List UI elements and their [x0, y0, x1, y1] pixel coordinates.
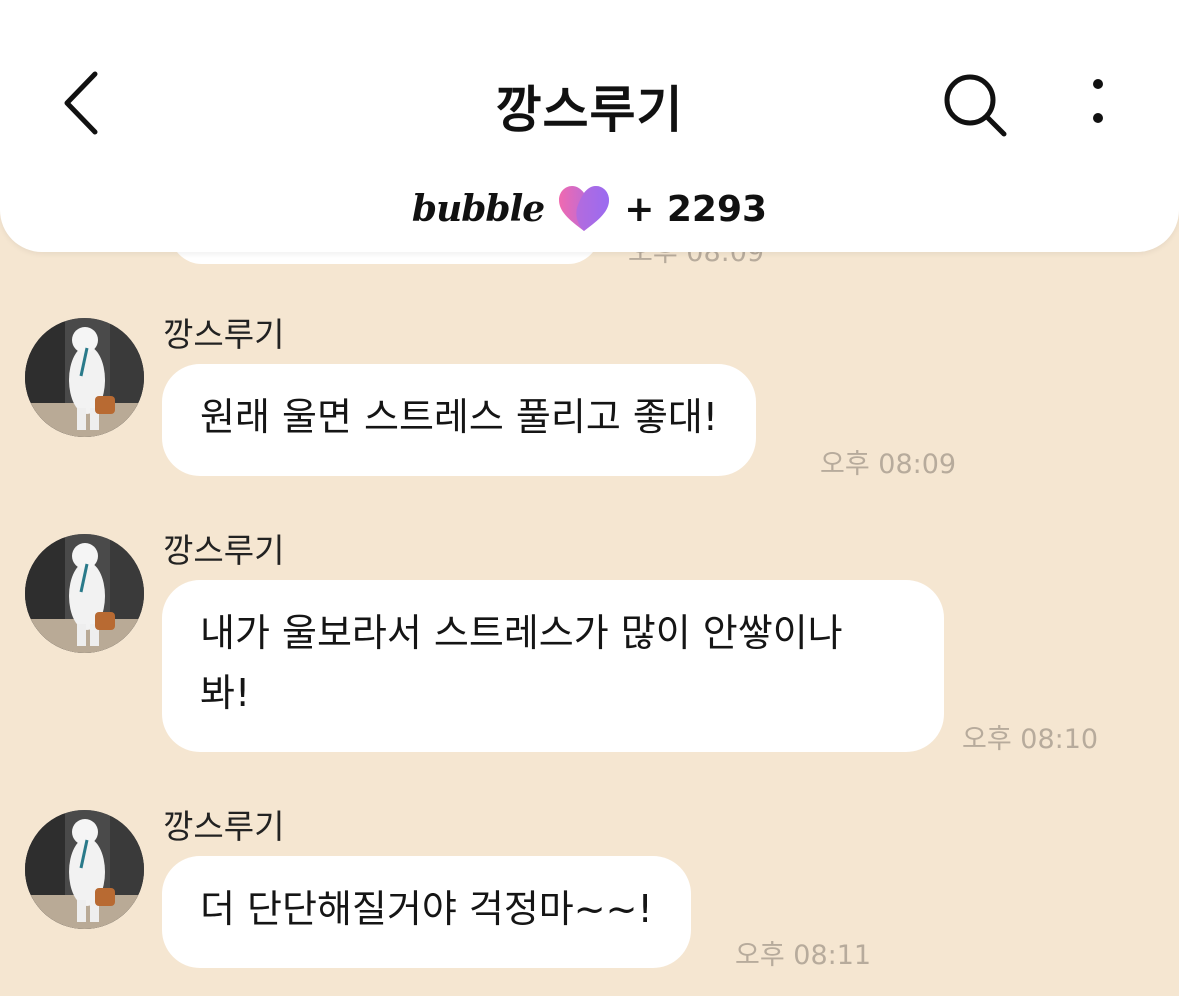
message-text: 원래 울면 스트레스 풀리고 좋대!: [200, 395, 719, 439]
bubble-count: + 2293: [624, 188, 768, 230]
message-text-line: 봐!: [200, 671, 251, 715]
message-time: 오후 08:09: [820, 449, 957, 480]
bubble-logo: bubble: [411, 188, 545, 230]
avatar[interactable]: [25, 534, 144, 653]
message-time: 오후 08:11: [735, 940, 872, 971]
message-time: 오후 08:10: [962, 724, 1099, 755]
search-icon: [944, 74, 1007, 137]
sender-name: 깡스루기: [163, 531, 285, 570]
search-button[interactable]: [940, 70, 1010, 140]
message-text-line: 내가 울보라서 스트레스가 많이 안쌓이나: [200, 611, 843, 655]
message-text: 더 단단해질거야 걱정마~~!: [200, 887, 653, 931]
avatar-photo: [25, 534, 144, 653]
more-options-button[interactable]: [1078, 74, 1118, 134]
avatar[interactable]: [25, 810, 144, 929]
chat-header: 깡스루기 bubble + 2293: [0, 0, 1179, 252]
avatar[interactable]: [25, 318, 144, 437]
more-vertical-icon: [1093, 79, 1103, 123]
sender-name: 깡스루기: [163, 807, 285, 846]
heart-icon: [559, 186, 610, 231]
message-bubble[interactable]: 내가 울보라서 스트레스가 많이 안쌓이나 봐!: [162, 580, 944, 752]
message-bubble[interactable]: 원래 울면 스트레스 풀리고 좋대!: [162, 364, 757, 476]
bubble-subscription-row[interactable]: bubble + 2293: [0, 184, 1179, 234]
avatar-photo: [25, 318, 144, 437]
message-bubble[interactable]: 더 단단해질거야 걱정마~~!: [162, 856, 691, 968]
avatar-photo: [25, 810, 144, 929]
chat-screen: 오후 08:09 깡스루기 bubble + 2293 깡스루기 원래 울면 스…: [0, 0, 1179, 996]
sender-name: 깡스루기: [163, 315, 285, 354]
